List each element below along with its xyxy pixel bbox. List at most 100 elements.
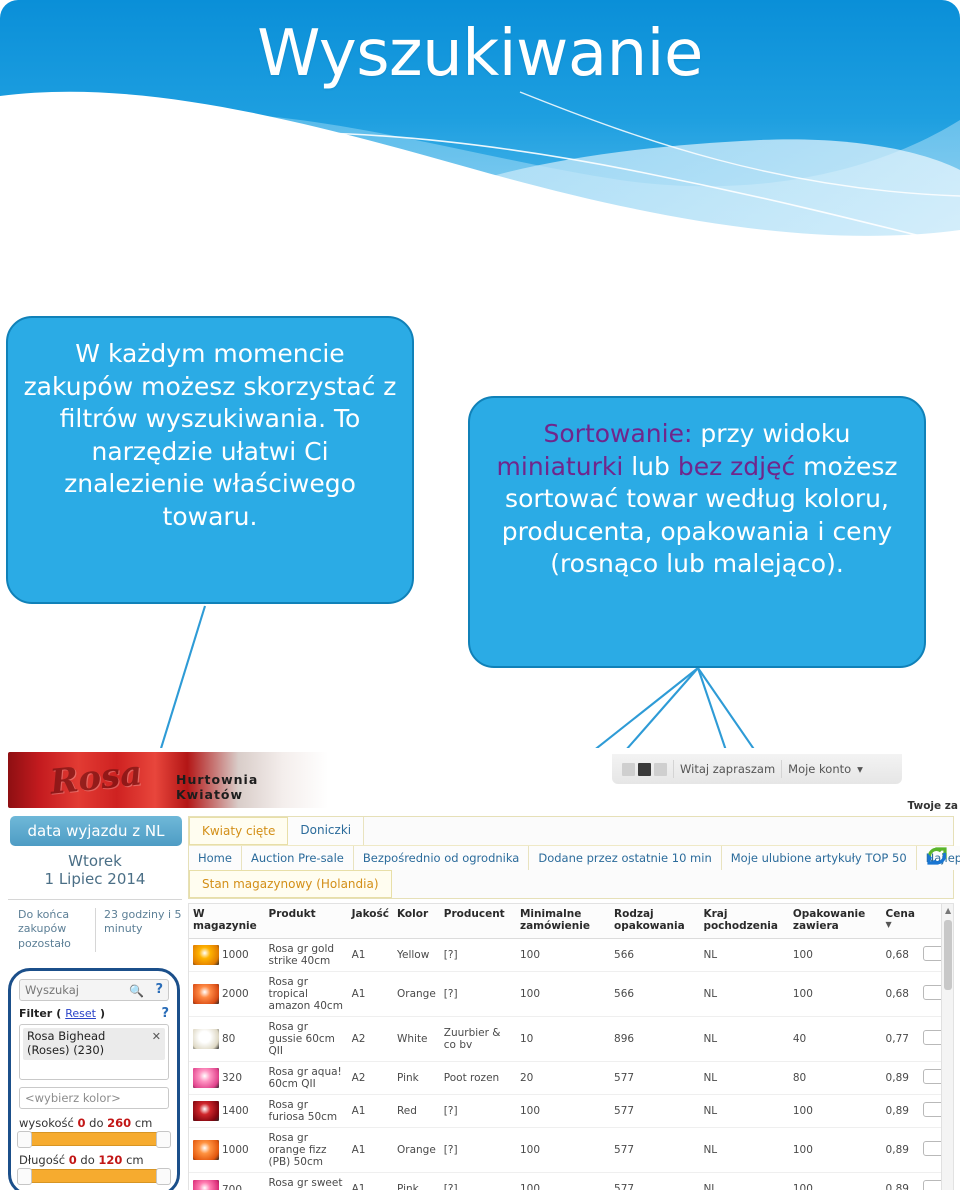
sort-descending-icon[interactable]: ▼ [886,920,915,930]
tab-stock-holland[interactable]: Stan magazynowy (Holandia) [189,870,392,898]
column-header-label-3: Kolor [396,908,429,920]
chevron-down-icon[interactable]: ▾ [857,762,863,776]
nav-tab-4[interactable]: Moje ulubione artykuły TOP 50 [721,846,917,870]
table-row[interactable]: 320 Rosa gr aqua! 60cm QII A2 Pink Poot roze… [189,1061,953,1096]
filter-tag[interactable]: Rosa Bighead (Roses) (230) ✕ [23,1028,165,1060]
column-header-6[interactable]: Rodzaj opakowania [610,904,700,939]
cell-country: NL [699,971,789,1017]
cell-quality: A1 [347,1094,393,1129]
nav-tab-0[interactable]: Home [189,846,242,870]
product-thumbnail-icon[interactable] [193,944,219,965]
cell-pack_contains: 80 [788,1061,882,1096]
product-thumbnail-icon[interactable] [193,1028,219,1049]
tab-category-1[interactable]: Doniczki [288,817,365,845]
departure-date-button[interactable]: data wyjazdu z NL [10,816,182,846]
divider [673,760,674,778]
nav-tab-1[interactable]: Auction Pre-sale [241,846,354,870]
countdown-label: Do końca zakupów pozostało [18,907,71,951]
callout-right-text-2: przy widoku [692,419,851,448]
scrollbar-thumb[interactable] [944,920,952,990]
height-mid-text: do [89,1116,104,1130]
height-range-slider[interactable] [17,1131,171,1148]
column-header-8[interactable]: Opakowanie zawiera [788,904,882,939]
cell-pack_type: 566 [610,938,700,972]
length-slider-knob-max[interactable] [156,1168,171,1185]
length-slider-knob-min[interactable] [17,1168,32,1185]
nav-tabs: Home Auction Pre-sale Bezpośrednio od ogro… [189,846,960,870]
column-header-4[interactable]: Producent [439,904,516,939]
table-row[interactable]: 700Rosa gr sweet unique 50cmA1Pink[?]100… [189,1172,953,1190]
callout-right-keyword-sorting: Sortowanie: [543,419,693,448]
cell-country: NL [699,938,789,972]
search-help-icon[interactable]: ? [155,982,163,997]
length-label-text: Długość [19,1153,66,1167]
refresh-icon[interactable] [927,847,947,865]
table-view-icon[interactable] [654,762,667,776]
cell-stock-value: 700 [222,1183,243,1190]
scroll-up-icon[interactable]: ▲ [945,906,951,915]
cell-price: 0,77 [881,1016,919,1063]
cell-country: NL [699,1094,789,1129]
filter-reset-link[interactable]: Reset [65,1007,96,1020]
table-row[interactable]: 2000 Rosa gr tropical amazon 40cm A1 Orange… [189,971,953,1017]
column-header-3[interactable]: Kolor [392,904,440,939]
paren-open: ( [56,1007,62,1020]
product-table-body: 1000 Rosa gr gold strike 40cm A1 Yellow [?] 1… [189,938,953,1190]
column-header-7[interactable]: Kraj pochodzenia [699,904,789,939]
cell-country: NL [699,1172,789,1190]
vertical-scrollbar[interactable]: ▲ [941,904,953,1190]
length-range-slider[interactable] [17,1168,171,1185]
column-header-9[interactable]: Cena ▼ [881,904,919,939]
table-row[interactable]: 1000 Rosa gr gold strike 40cm A1 Yellow [?] 1… [189,938,953,972]
product-thumbnail-icon[interactable] [193,1068,219,1089]
close-icon[interactable]: ✕ [148,1030,161,1058]
cell-color: Yellow [392,938,440,972]
table-row[interactable]: 1000 Rosa gr orange fizz (PB) 50cm A1 Orang… [189,1127,953,1174]
tab-category-0[interactable]: Kwiaty cięte [189,817,289,845]
length-max-value: 120 [98,1153,123,1167]
nav-tab-2[interactable]: Bezpośrednio od ogrodnika [353,846,530,870]
product-thumbnail-icon[interactable] [193,1140,219,1161]
filter-help-icon[interactable]: ? [161,1006,169,1021]
height-slider-knob-max[interactable] [156,1131,171,1148]
product-table-head: W magazynie Produkt Jakość Kolor Producent Mi… [189,904,953,939]
height-slider-knob-min[interactable] [17,1131,32,1148]
list-view-icon[interactable] [638,762,651,776]
column-header-label-4: Producent [443,908,505,920]
site-logo[interactable]: Rosa Hurtownia Kwiatów [8,752,328,808]
product-thumbnail-icon[interactable] [193,983,219,1004]
grid-view-icon[interactable] [622,762,635,776]
account-menu[interactable]: Moje konto [788,762,851,776]
color-select[interactable]: <wybierz kolor> [19,1087,169,1109]
cell-color: Orange [392,971,440,1017]
cell-price: 0,89 [881,1172,919,1190]
column-header-5[interactable]: Minimalne zamówienie [515,904,611,939]
product-thumbnail-icon[interactable] [193,1179,219,1190]
product-thumbnail-icon[interactable] [193,1101,219,1122]
nav-tab-3[interactable]: Dodane przez ostatnie 10 min [529,846,722,870]
cell-quality: A1 [347,1127,393,1174]
column-header-label-6: Rodzaj opakowania [614,908,685,932]
column-header-0[interactable]: W magazynie [189,904,265,939]
cell-quality: A2 [347,1016,393,1063]
cell-color: White [392,1016,440,1063]
cell-country: NL [699,1127,789,1174]
column-header-1[interactable]: Produkt [264,904,348,939]
cell-color: Red [392,1094,440,1129]
cell-country: NL [699,1016,789,1063]
header-banner: Wyszukiwanie [0,0,960,262]
departure-date: 1 Lipiec 2014 [44,870,146,889]
search-input-placeholder: Wyszukaj [25,983,79,997]
table-row[interactable]: 80 Rosa gr gussie 60cm QII A2 White Zuurbier… [189,1016,953,1063]
cell-min_order: 20 [515,1061,611,1096]
view-mode-icons[interactable] [622,762,667,776]
search-icon[interactable]: 🔍 [129,984,144,998]
table-row[interactable]: 1400 Rosa gr furiosa 50cm A1 Red [?] 100 577 NL… [189,1094,953,1129]
cell-min_order: 100 [515,1172,611,1190]
column-header-label-2: Jakość [351,908,389,920]
active-filters-box[interactable]: Rosa Bighead (Roses) (230) ✕ [19,1024,169,1080]
search-input[interactable]: Wyszukaj 🔍 ? [19,979,169,1001]
cell-pack_type: 566 [610,971,700,1017]
cell-stock: 1000 [189,938,265,972]
column-header-2[interactable]: Jakość [347,904,393,939]
